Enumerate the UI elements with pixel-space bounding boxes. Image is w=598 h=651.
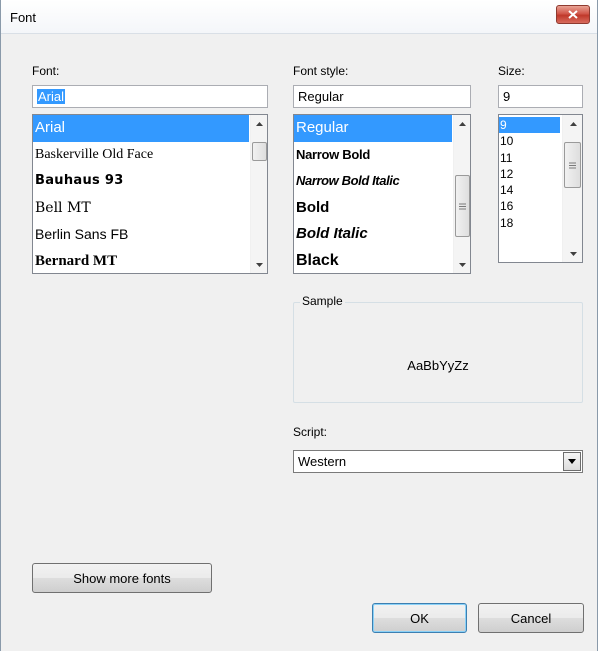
grip-icon	[569, 162, 576, 168]
sample-preview-text: AaBbYyZz	[407, 358, 469, 373]
ok-button[interactable]: OK	[372, 603, 467, 633]
size-list-item[interactable]: 11	[499, 150, 560, 166]
font-style-item[interactable]: Regular	[294, 115, 452, 142]
font-dialog: Font Font: Arial Arial Baskerville Old F…	[0, 0, 598, 651]
font-style-item[interactable]: Bold Italic	[294, 221, 452, 248]
scroll-thumb[interactable]	[252, 142, 267, 161]
font-list-item[interactable]: Bell MT	[33, 195, 249, 222]
size-list-item[interactable]: 10	[499, 133, 560, 149]
font-list-item[interactable]: Berlin Sans FB	[33, 221, 249, 248]
font-style-item[interactable]: Narrow Bold	[294, 142, 452, 169]
scroll-down-arrow-icon[interactable]	[251, 256, 267, 273]
font-style-list[interactable]: Regular Narrow Bold Narrow Bold Italic B…	[293, 114, 471, 274]
font-style-scrollbar[interactable]	[453, 115, 470, 273]
font-name-input[interactable]: Arial	[32, 85, 268, 108]
script-select[interactable]: Western	[293, 450, 583, 473]
script-value: Western	[298, 454, 347, 469]
size-list-item[interactable]: 12	[499, 166, 560, 182]
font-style-item[interactable]: Narrow Bold Italic	[294, 168, 452, 195]
font-name-value: Arial	[37, 89, 66, 104]
scroll-thumb[interactable]	[455, 175, 470, 237]
size-value: 9	[503, 89, 511, 104]
font-style-item[interactable]: Bold	[294, 195, 452, 222]
font-list-item[interactable]: Bauhaus 93	[33, 168, 249, 195]
font-style-label: Font style:	[293, 64, 349, 78]
sample-group: Sample AaBbYyZz	[293, 294, 583, 403]
dropdown-arrow-icon[interactable]	[563, 452, 581, 471]
scroll-thumb[interactable]	[564, 142, 581, 188]
close-button[interactable]	[556, 5, 590, 24]
scroll-down-arrow-icon[interactable]	[454, 256, 470, 273]
font-list[interactable]: Arial Baskerville Old Face Bauhaus 93 Be…	[32, 114, 268, 274]
font-style-value: Regular	[298, 89, 344, 104]
size-list-item[interactable]: 14	[499, 182, 560, 198]
font-list-item[interactable]: Baskerville Old Face	[33, 142, 249, 169]
script-label: Script:	[293, 425, 328, 439]
cancel-button[interactable]: Cancel	[478, 603, 584, 633]
size-label: Size:	[498, 64, 525, 78]
size-list-item[interactable]: 9	[499, 117, 560, 134]
font-label: Font:	[32, 64, 60, 78]
scroll-up-arrow-icon[interactable]	[454, 115, 470, 132]
font-list-item[interactable]: Arial	[33, 115, 249, 142]
close-icon	[568, 10, 578, 19]
scroll-up-arrow-icon[interactable]	[563, 115, 582, 132]
size-list-item[interactable]: 16	[499, 198, 560, 214]
font-list-item[interactable]: Bernard MT	[33, 248, 249, 274]
scroll-down-arrow-icon[interactable]	[563, 245, 582, 262]
size-list-scrollbar[interactable]	[562, 115, 582, 262]
window-title: Font	[10, 10, 37, 25]
sample-label: Sample	[300, 294, 345, 308]
title-bar[interactable]: Font	[1, 0, 597, 34]
size-input[interactable]: 9	[498, 85, 583, 108]
font-list-scrollbar[interactable]	[250, 115, 267, 273]
scroll-up-arrow-icon[interactable]	[251, 115, 267, 132]
size-list-item[interactable]: 18	[499, 215, 560, 231]
font-style-item[interactable]: Black	[294, 248, 452, 274]
font-style-input[interactable]: Regular	[293, 85, 471, 108]
show-more-fonts-button[interactable]: Show more fonts	[32, 563, 212, 593]
size-list[interactable]: 9 10 11 12 14 16 18	[498, 114, 583, 263]
grip-icon	[459, 203, 466, 209]
